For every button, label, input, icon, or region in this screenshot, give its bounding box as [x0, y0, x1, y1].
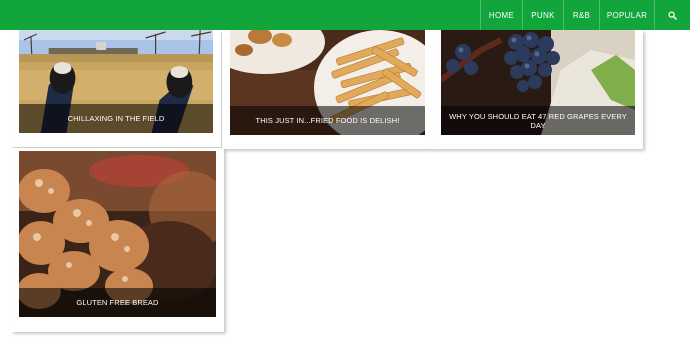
nav-item-punk[interactable]: PUNK [522, 0, 563, 30]
post-thumbnail-grapes[interactable]: WHY YOU SHOULD EAT 47 RED GRAPES EVERY D… [441, 30, 635, 135]
post-caption[interactable]: CHILLAXING IN THE FIELD [68, 114, 165, 123]
top-navigation-bar: HOME PUNK R&B POPULAR [0, 0, 690, 30]
post-card-fried-food[interactable]: THIS JUST IN...FRIED FOOD IS DELISH! [222, 30, 433, 149]
post-thumbnail-field[interactable]: CHILLAXING IN THE FIELD [19, 30, 213, 133]
post-thumbnail-bread[interactable]: GLUTEN FREE BREAD [19, 151, 216, 317]
caption-overlay: CHILLAXING IN THE FIELD [19, 104, 213, 133]
search-button[interactable] [654, 0, 690, 30]
post-caption[interactable]: THIS JUST IN...FRIED FOOD IS DELISH! [256, 116, 400, 125]
nav-item-popular[interactable]: POPULAR [599, 0, 654, 30]
post-caption[interactable]: WHY YOU SHOULD EAT 47 RED GRAPES EVERY D… [441, 112, 635, 130]
caption-overlay: THIS JUST IN...FRIED FOOD IS DELISH! [230, 106, 425, 135]
caption-overlay: GLUTEN FREE BREAD [19, 288, 216, 317]
post-card-chillaxing[interactable]: CHILLAXING IN THE FIELD [11, 30, 221, 147]
post-thumbnail-fried-food[interactable]: THIS JUST IN...FRIED FOOD IS DELISH! [230, 30, 425, 135]
caption-overlay: WHY YOU SHOULD EAT 47 RED GRAPES EVERY D… [441, 106, 635, 135]
post-caption[interactable]: GLUTEN FREE BREAD [76, 298, 158, 307]
nav-item-rnb[interactable]: R&B [563, 0, 599, 30]
search-icon [668, 10, 677, 20]
nav-item-home[interactable]: HOME [480, 0, 522, 30]
post-card-red-grapes[interactable]: WHY YOU SHOULD EAT 47 RED GRAPES EVERY D… [433, 30, 643, 149]
post-card-gluten-free-bread[interactable]: GLUTEN FREE BREAD [11, 148, 224, 332]
